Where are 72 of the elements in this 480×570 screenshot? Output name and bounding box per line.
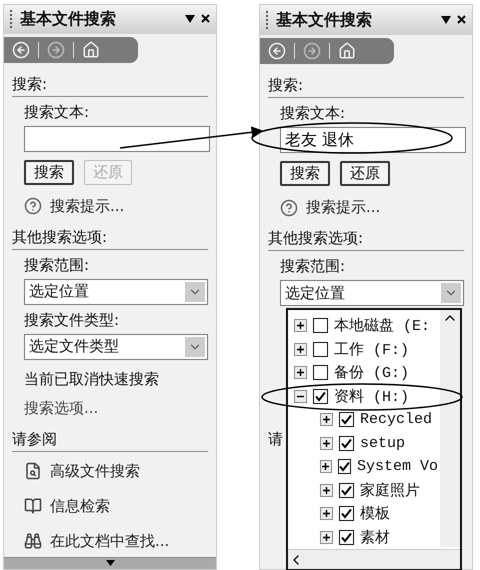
checkbox[interactable] — [338, 459, 351, 474]
help-icon — [280, 198, 298, 216]
close-icon[interactable] — [457, 15, 466, 24]
search-button[interactable]: 搜索 — [280, 161, 330, 186]
task-link[interactable]: 信息检索 — [50, 496, 110, 516]
expand-icon[interactable] — [320, 413, 333, 426]
checkbox[interactable] — [313, 342, 328, 357]
status-text: 当前已取消快速搜索 — [24, 370, 160, 389]
checkbox[interactable] — [339, 412, 354, 428]
section-heading: 搜索: — [12, 74, 208, 97]
home-icon[interactable] — [82, 40, 100, 59]
checkbox[interactable] — [339, 530, 354, 545]
file-search-icon[interactable] — [24, 462, 42, 480]
tree-item-label[interactable]: 工作 (F:) — [334, 340, 410, 359]
down-arrow-icon[interactable] — [106, 560, 114, 566]
tree-item-label[interactable]: System Vo — [356, 458, 438, 476]
back-icon[interactable] — [12, 40, 30, 59]
dropdown-icon[interactable] — [441, 16, 451, 24]
checkbox[interactable] — [313, 318, 328, 334]
close-icon[interactable] — [201, 14, 210, 24]
scope-select[interactable]: 选定位置 — [280, 280, 464, 306]
tree-item-label[interactable]: 模板 — [360, 504, 390, 524]
expand-icon[interactable] — [294, 342, 307, 356]
search-tips-link[interactable]: 搜索提示... — [24, 196, 208, 216]
task-link[interactable]: 在此文档中查找... — [50, 532, 170, 551]
collapse-icon[interactable] — [294, 390, 307, 403]
checkbox[interactable] — [313, 365, 328, 380]
expand-icon[interactable] — [294, 366, 307, 380]
expand-icon[interactable] — [320, 460, 332, 474]
scope-select[interactable]: 选定位置 — [24, 278, 208, 305]
tree-item-label[interactable]: 备份 (G:) — [334, 363, 410, 382]
tree-item-label[interactable]: Recycled — [360, 411, 432, 428]
book-icon[interactable] — [24, 497, 42, 516]
search-options-link[interactable]: 搜索选项... — [24, 398, 208, 418]
expand-icon[interactable] — [294, 319, 307, 332]
tree-item-label[interactable]: 家庭照片 — [360, 480, 420, 500]
expand-icon[interactable] — [320, 530, 333, 544]
field-label: 搜索文本: — [280, 104, 346, 123]
section-heading: 其他搜索选项: — [268, 229, 464, 251]
tree-item-label[interactable]: 素材 — [360, 528, 390, 547]
reset-button[interactable]: 还原 — [340, 161, 390, 186]
field-label: 搜索文本: — [24, 102, 90, 122]
field-label: 搜索范围: — [280, 257, 346, 276]
expand-icon[interactable] — [320, 436, 333, 450]
search-text-field[interactable] — [24, 126, 210, 152]
checkbox[interactable] — [313, 388, 328, 404]
checkbox[interactable] — [339, 482, 354, 498]
search-text-field[interactable]: 老友 退休 — [280, 127, 466, 153]
tree-item-label[interactable]: 资料 (H:) — [334, 386, 410, 406]
section-heading: 请 — [268, 430, 284, 449]
task-link[interactable]: 高级文件搜索 — [50, 462, 140, 481]
search-tips-link[interactable]: 搜索提示... — [280, 198, 464, 217]
search-button[interactable]: 搜索 — [24, 160, 74, 185]
section-heading: 搜索: — [268, 76, 464, 98]
field-label: 搜索文件类型: — [24, 310, 120, 330]
pane-title: 基本文件搜索 — [276, 10, 373, 30]
section-heading: 请参阅 — [12, 430, 208, 452]
pane-title: 基本文件搜索 — [20, 8, 117, 30]
dropdown-icon[interactable] — [185, 15, 195, 24]
field-label: 搜索范围: — [24, 256, 90, 275]
back-icon[interactable] — [268, 42, 286, 60]
tree-item-label[interactable]: 本地磁盘 (E: — [334, 316, 430, 336]
help-icon — [24, 197, 42, 216]
home-icon[interactable] — [338, 42, 356, 60]
checkbox[interactable] — [339, 506, 354, 522]
expand-icon[interactable] — [320, 507, 333, 520]
file-type-select[interactable]: 选定文件类型 — [24, 334, 208, 360]
binoculars-icon[interactable] — [24, 532, 42, 550]
section-heading: 其他搜索选项: — [12, 228, 208, 250]
checkbox[interactable] — [339, 436, 354, 451]
tree-item-label[interactable]: setup — [360, 434, 406, 452]
expand-icon[interactable] — [320, 484, 333, 497]
